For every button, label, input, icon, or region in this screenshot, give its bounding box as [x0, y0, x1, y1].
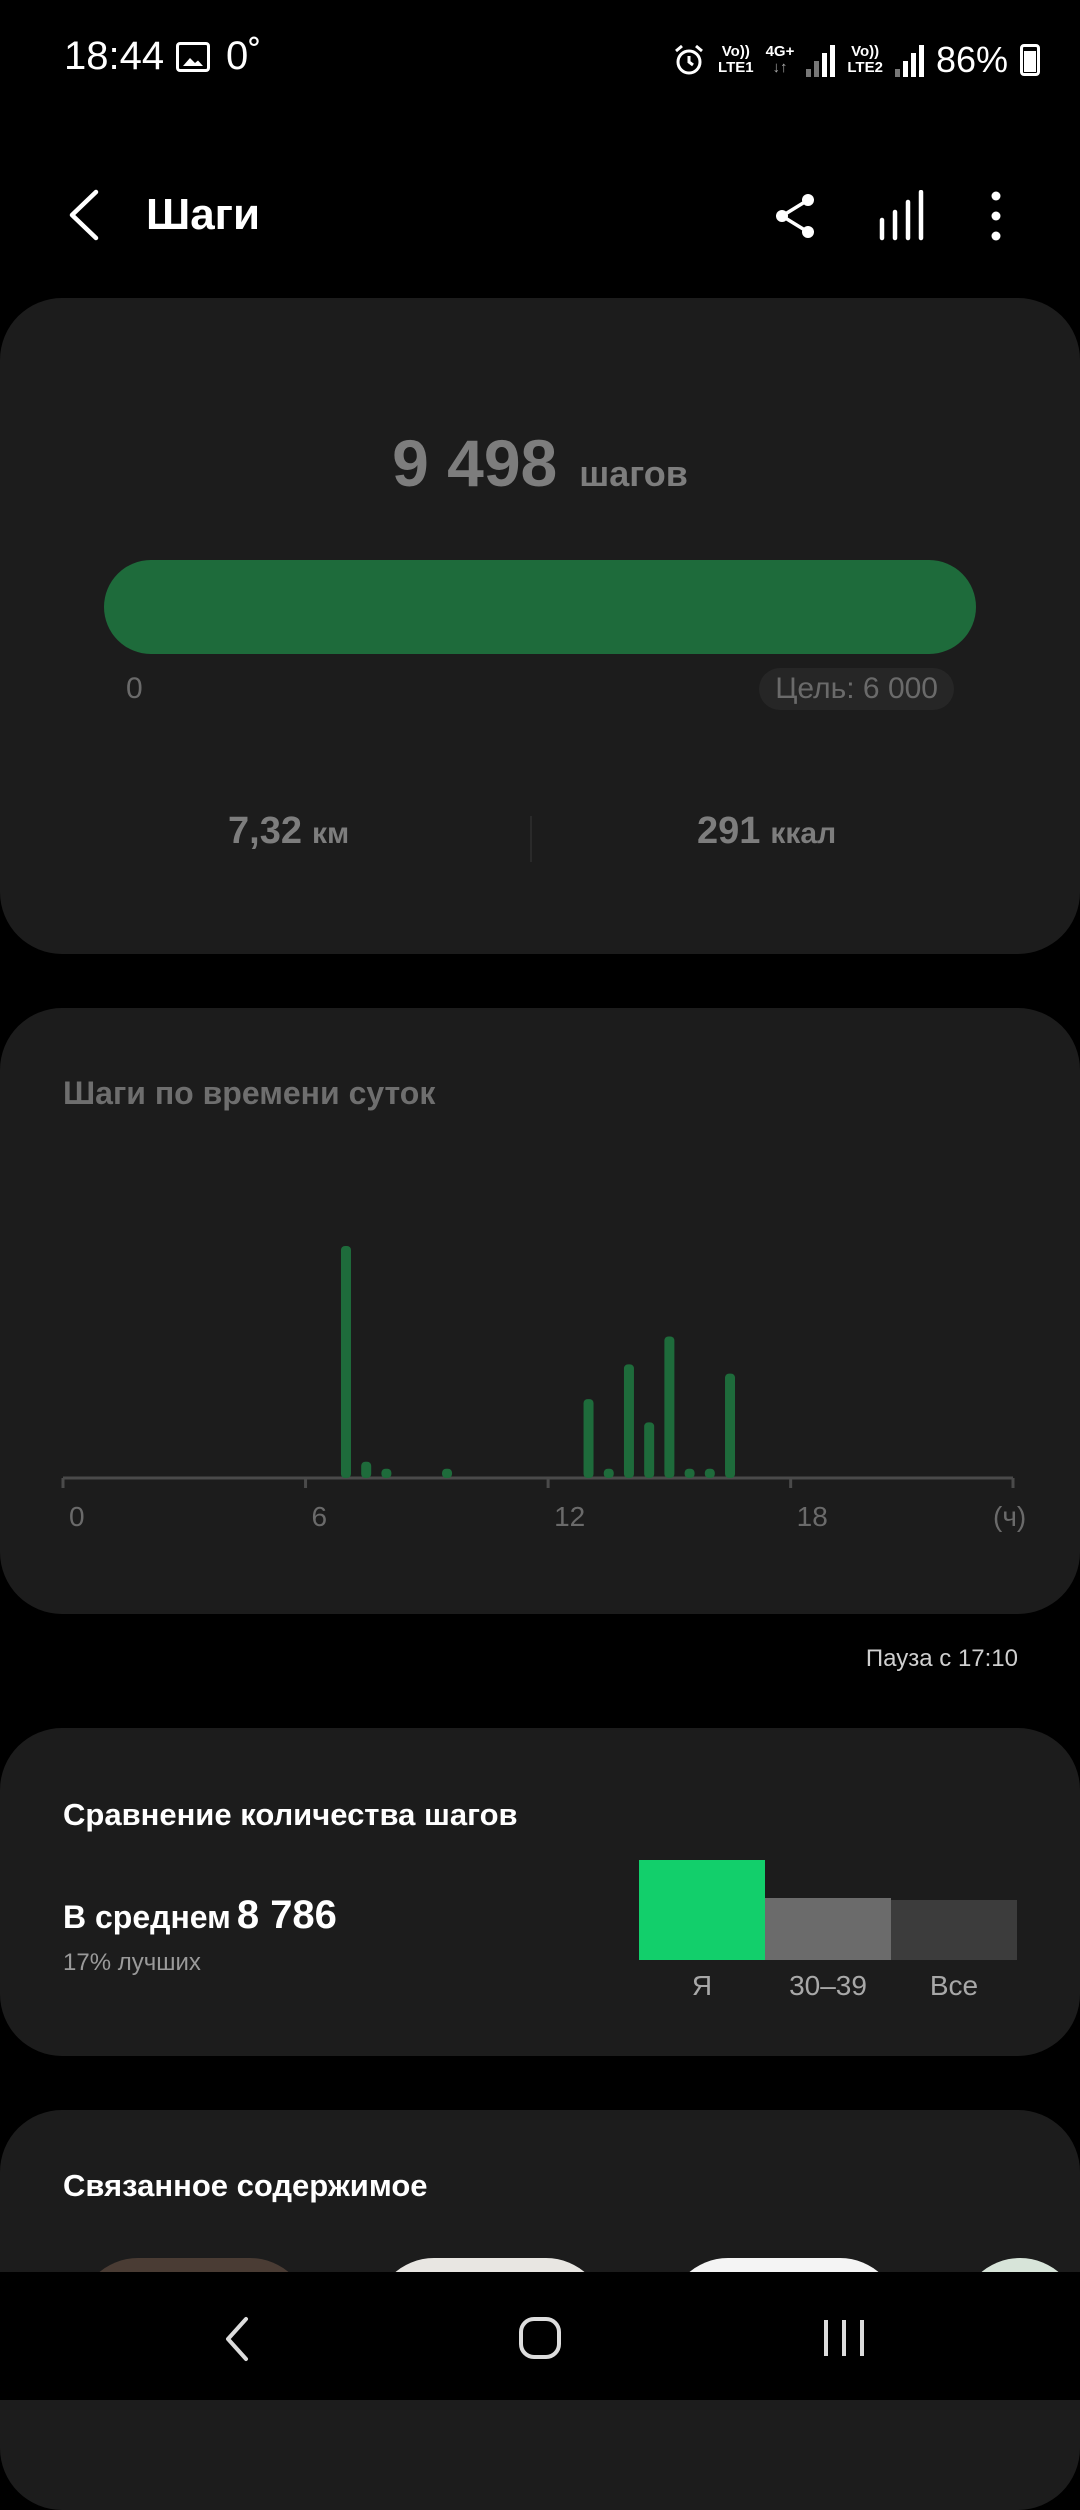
network-type-label: 4G+ — [765, 43, 795, 60]
app-bar: Шаги — [0, 160, 1080, 270]
comparison-bar-label: Я — [691, 1970, 713, 2001]
sim2-bottom-label: LTE2 — [847, 59, 883, 76]
steps-by-time-title: Шаги по времени суток — [63, 1075, 436, 1111]
x-tick-label: 18 — [797, 1501, 828, 1532]
step-comparison-card[interactable] — [0, 1728, 1080, 2056]
calories-value: 291 — [697, 810, 761, 852]
average-steps: В среднем 8 786 — [63, 1893, 337, 1938]
average-value: 8 786 — [236, 1893, 337, 1937]
comparison-bar — [891, 1900, 1017, 1960]
more-options-icon[interactable] — [970, 190, 1022, 242]
hourly-steps-bar — [725, 1373, 736, 1478]
comparison-bar — [639, 1860, 765, 1960]
hourly-steps-bar — [644, 1422, 655, 1478]
distance-value: 7,32 — [228, 810, 302, 852]
x-tick-label: 0 — [69, 1501, 85, 1532]
share-icon[interactable] — [770, 190, 822, 242]
x-tick-label: (ч) — [993, 1501, 1026, 1532]
comparison-bar-label: Все — [929, 1970, 979, 2001]
hourly-steps-bar — [684, 1468, 695, 1478]
steps-by-time-chart: 0 6 12 18 (ч) — [61, 1246, 1026, 1532]
calories-unit: ккал — [770, 817, 837, 850]
steps-progress-bar — [104, 560, 976, 654]
network-activity-arrows: ↓↑ — [772, 59, 788, 76]
comparison-bar — [765, 1898, 891, 1960]
hourly-steps-bar — [623, 1364, 634, 1478]
hourly-steps-bar — [603, 1468, 614, 1478]
hourly-steps-bar — [340, 1246, 351, 1478]
ranking-text: 17% лучших — [63, 1949, 201, 1976]
nav-home-icon[interactable] — [518, 2316, 562, 2360]
hourly-steps-bar — [664, 1336, 675, 1478]
status-indicators: Vo)) LTE1 4G+ ↓↑ Vo)) LTE2 86% — [672, 30, 1040, 90]
alarm-icon — [675, 44, 703, 75]
chart-icon[interactable] — [876, 190, 928, 242]
hourly-steps-bar — [583, 1399, 594, 1478]
battery-icon — [1020, 44, 1040, 76]
sim2-top-label: Vo)) — [851, 43, 880, 60]
goal-badge[interactable]: Цель: 6 000 — [759, 668, 954, 710]
sim2-volte-indicator: Vo)) LTE2 — [847, 44, 883, 76]
status-temperature: 0˚ — [226, 34, 262, 78]
hourly-steps-bar — [361, 1461, 372, 1478]
nav-recents-icon[interactable] — [822, 2316, 866, 2360]
back-icon[interactable] — [60, 188, 110, 242]
sim1-top-label: Vo)) — [721, 43, 750, 60]
x-tick-label: 6 — [312, 1501, 328, 1532]
progress-start-label: 0 — [126, 672, 143, 705]
status-time: 18:44 — [64, 34, 165, 78]
signal-strength-icon-2 — [894, 43, 924, 77]
sim1-bottom-label: LTE1 — [718, 59, 754, 76]
comparison-title: Сравнение количества шагов — [63, 1797, 518, 1832]
network-type-indicator: 4G+ ↓↑ — [766, 44, 795, 76]
distance-unit: км — [311, 817, 350, 850]
related-content-title: Связанное содержимое — [63, 2168, 428, 2203]
pause-status-text: Пауза с 17:10 — [865, 1645, 1018, 1672]
gallery-notification-icon — [176, 42, 210, 72]
comparison-bar-label: 30–39 — [789, 1970, 867, 2001]
page-title: Шаги — [146, 190, 261, 239]
hourly-steps-bar — [704, 1468, 715, 1478]
battery-percent: 86% — [935, 39, 1008, 80]
hourly-steps-bar — [381, 1468, 392, 1478]
sim1-volte-indicator: Vo)) LTE1 — [718, 44, 754, 76]
distance-stat: 7,32 км — [228, 810, 349, 853]
steps-total: 9 498 шагов — [0, 425, 1080, 501]
nav-back-icon[interactable] — [222, 2316, 252, 2362]
x-tick-label: 12 — [554, 1501, 585, 1532]
status-bar: 18:44 0˚ Vo)) LTE1 4G+ ↓↑ Vo)) LTE2 86% — [0, 0, 1080, 120]
system-navigation-bar — [0, 2272, 1080, 2400]
stats-divider — [530, 816, 532, 862]
signal-strength-icon-1 — [806, 43, 836, 77]
steps-value: 9 498 — [392, 426, 558, 500]
average-label: В среднем — [63, 1899, 231, 1935]
calories-stat: 291 ккал — [697, 810, 836, 853]
steps-unit: шагов — [579, 453, 688, 494]
hourly-steps-bar — [442, 1468, 453, 1478]
